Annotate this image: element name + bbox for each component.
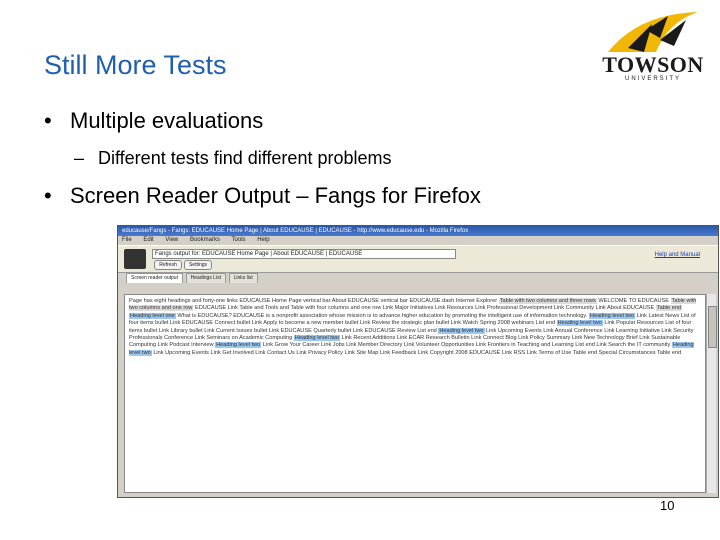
towson-tiger-stripes-icon [608,12,698,52]
tab-headings-list[interactable]: Headings List [185,273,226,283]
bullet-list: • Multiple evaluations – Different tests… [44,108,694,209]
menu-view[interactable]: View [165,237,178,243]
screen-reader-output-panel: Page has eight headings and forty-one li… [124,294,706,493]
slide-title: Still More Tests [44,50,227,80]
tab-links-list[interactable]: Links list [228,273,258,283]
fangs-screenshot: educause/Fangs - Fangs: EDUCAUSE Home Pa… [117,225,719,498]
screen-reader-output-text: Page has eight headings and forty-one li… [129,298,701,357]
towson-logo: TOWSON UNIVERSITY [598,8,708,82]
heading-marker: Heading level one [129,312,176,319]
output-segment: Link Upcoming Events Link Get Involved L… [151,349,682,356]
fangs-output-field[interactable]: Fangs output for: EDUCAUSE Home Page | A… [152,249,456,259]
heading-marker: Heading level two [588,312,636,319]
menu-tools[interactable]: Tools [232,237,246,243]
menu-file[interactable]: File [122,237,132,243]
logo-name: TOWSON [602,52,704,77]
heading-marker: Heading level two [438,327,485,334]
bullet-text: Multiple evaluations [70,108,264,133]
bullet-marker: • [44,108,52,133]
heading-marker: Heading level two [556,320,603,327]
fangs-toolbar: Fangs output for: EDUCAUSE Home Page | A… [118,245,718,273]
output-segment: Page has eight headings and forty-one li… [129,298,499,304]
tab-screen-reader-output[interactable]: Screen reader output [126,273,183,283]
menu-bookmarks[interactable]: Bookmarks [190,237,220,243]
settings-button[interactable]: Settings [184,260,212,270]
menu-edit[interactable]: Edit [143,237,153,243]
menu-help[interactable]: Help [257,237,269,243]
table-marker: Table end [655,305,683,312]
scrollbar[interactable] [706,294,717,493]
output-segment: What is EDUCAUSE? EDUCAUSE is a nonprofi… [175,312,589,319]
bullet-item: • Multiple evaluations [44,108,694,134]
refresh-button[interactable]: Refresh [154,260,182,270]
output-tabs: Screen reader output Headings List Links… [118,273,718,283]
output-segment: EDUCAUSE Link Table and Tools and Table … [193,305,656,312]
heading-marker: Heading level two [215,342,262,349]
sub-bullet-text: Different tests find different problems [98,148,392,168]
bullet-text: Screen Reader Output – Fangs for Firefox [70,183,481,208]
sub-bullet-marker: – [74,148,85,168]
slide-number: 10 [660,498,675,513]
fangs-logo-icon [124,249,146,269]
bullet-marker: • [44,183,52,208]
scrollbar-thumb[interactable] [708,306,717,348]
logo-subtitle: UNIVERSITY [624,76,681,82]
help-link[interactable]: Help and Manual [655,252,700,258]
sub-bullet-item: – Different tests find different problem… [74,148,694,169]
table-marker: Table with two columns and three rows [498,298,597,304]
output-segment: WELCOME TO EDUCAUSE [596,298,671,304]
bullet-item: • Screen Reader Output – Fangs for Firef… [44,183,694,209]
heading-marker: Heading level two [293,335,340,342]
output-segment: Link Grow Your Career Link Jobs Link Mem… [261,342,672,349]
menu-bar: File Edit View Bookmarks Tools Help [118,236,718,245]
window-title: educause/Fangs - Fangs: EDUCAUSE Home Pa… [118,226,718,236]
